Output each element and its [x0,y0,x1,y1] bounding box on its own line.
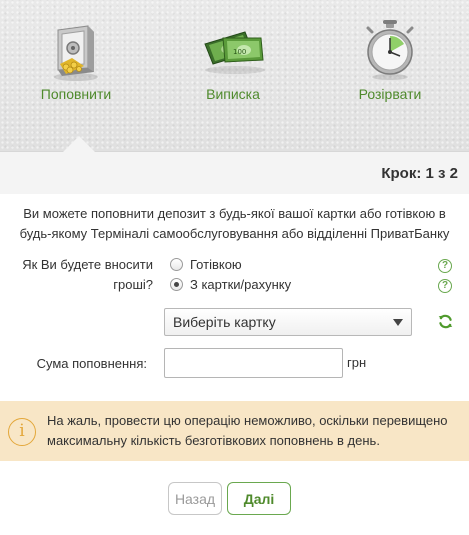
help-icon[interactable]: ? [438,279,452,293]
payment-method-label: Як Ви будете вносити гроші? [22,257,153,292]
card-select-value: Виберіть картку [173,314,276,330]
amount-input[interactable] [164,348,343,378]
radio-card[interactable] [170,277,183,291]
help-icon[interactable]: ? [438,259,452,273]
next-button[interactable]: Далі [227,482,291,515]
payment-option-card[interactable]: З картки/рахунку [170,275,291,293]
chevron-down-icon [393,319,403,326]
back-button[interactable]: Назад [168,482,222,515]
radio-cash[interactable] [170,257,183,271]
refresh-icon[interactable] [437,313,454,330]
stopwatch-icon [350,18,430,82]
action-terminate-label: Розірвати [358,86,422,102]
actions-panel: Поповнити 100 Виписка Розірвати [0,0,469,152]
action-deposit-label: Поповнити [40,86,112,102]
warning-banner: i На жаль, провести цю операцію неможлив… [0,401,469,461]
payment-option-cash[interactable]: Готівкою [170,255,242,273]
money-icon: 100 [193,18,273,82]
active-action-pointer [62,136,96,153]
card-select[interactable]: Виберіть картку [164,308,412,336]
action-statement[interactable]: 100 Виписка [163,18,303,102]
action-statement-label: Виписка [206,86,260,102]
action-terminate[interactable]: Розірвати [320,18,460,102]
currency-unit: грн [347,355,367,370]
step-indicator: Крок: 1 з 2 [381,165,458,182]
warning-text: На жаль, провести цю операцію неможливо,… [47,413,448,448]
safe-icon [36,18,116,82]
svg-text:100: 100 [233,48,246,56]
payment-option-cash-label: Готівкою [190,256,242,272]
info-icon: i [8,418,36,446]
step-header: Крок: 1 з 2 [0,152,469,194]
payment-option-card-label: З картки/рахунку [190,276,292,292]
intro-text: Ви можете поповнити депозит з будь-якої … [19,206,450,241]
amount-label: Сума поповнення: [36,356,147,371]
action-deposit[interactable]: Поповнити [6,18,146,102]
